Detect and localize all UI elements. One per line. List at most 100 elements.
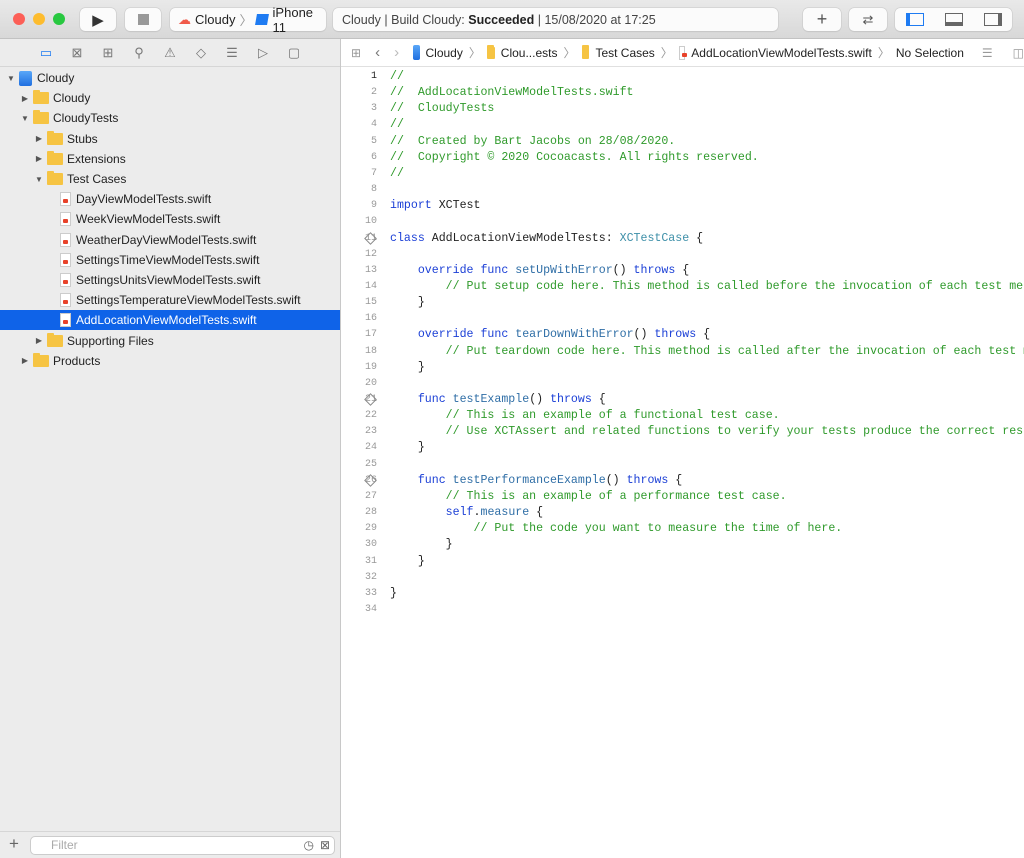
back-button[interactable]: ‹ bbox=[375, 44, 380, 61]
test-navigator-icon[interactable]: ◇ bbox=[193, 45, 209, 61]
navigator-item[interactable]: ▼ Cloudy bbox=[0, 68, 340, 88]
plain-text: () bbox=[606, 474, 627, 487]
disclosure-closed-icon[interactable]: ▶ bbox=[20, 94, 30, 103]
code-line: 29 // Put the code you want to measure t… bbox=[341, 521, 1024, 537]
editor-options-icon[interactable]: ☰ bbox=[982, 46, 993, 60]
navigator-item[interactable]: ▶Supporting Files bbox=[0, 331, 340, 351]
line-number: 16 bbox=[341, 311, 377, 327]
line-number: 10 bbox=[341, 214, 377, 230]
close-window-button[interactable] bbox=[13, 13, 25, 25]
debug-area-toggle-icon[interactable] bbox=[945, 13, 963, 26]
code-text: } bbox=[390, 554, 425, 570]
navigator-item[interactable]: ▶Cloudy bbox=[0, 88, 340, 108]
navigator-item[interactable]: WeatherDayViewModelTests.swift bbox=[0, 230, 340, 250]
project-navigator-icon[interactable]: ▭ bbox=[38, 45, 54, 61]
jump-item-file[interactable]: AddLocationViewModelTests.swift bbox=[691, 46, 872, 60]
code-line: 15 } bbox=[341, 295, 1024, 311]
disclosure-open-icon[interactable]: ▼ bbox=[20, 114, 30, 123]
plain-text: } bbox=[390, 555, 425, 568]
code-text: // bbox=[390, 69, 404, 85]
source-control-navigator-icon[interactable]: ⊠ bbox=[69, 45, 85, 61]
disclosure-closed-icon[interactable]: ▶ bbox=[34, 154, 44, 163]
library-button[interactable]: + bbox=[803, 8, 841, 31]
navigator-item-label: Cloudy bbox=[37, 71, 74, 85]
navigator-item[interactable]: ▼Test Cases bbox=[0, 169, 340, 189]
report-navigator-icon[interactable]: ▢ bbox=[286, 45, 302, 61]
scheme-selector[interactable]: ☁ Cloudy 〉 iPhone 11 bbox=[170, 8, 326, 31]
navigator-item[interactable]: SettingsTemperatureViewModelTests.swift bbox=[0, 290, 340, 310]
stop-button[interactable] bbox=[125, 8, 161, 31]
navigator-item[interactable]: DayViewModelTests.swift bbox=[0, 189, 340, 209]
navigator-item[interactable]: ▶Extensions bbox=[0, 149, 340, 169]
navigator-item-label: AddLocationViewModelTests.swift bbox=[76, 313, 257, 327]
code-line: 31 } bbox=[341, 554, 1024, 570]
disclosure-closed-icon[interactable]: ▶ bbox=[20, 356, 30, 365]
disclosure-open-icon[interactable]: ▼ bbox=[34, 175, 44, 184]
code-line: 13 override func setUpWithError() throws… bbox=[341, 263, 1024, 279]
navigator-item[interactable]: WeekViewModelTests.swift bbox=[0, 209, 340, 229]
navigator-item[interactable]: ▶Products bbox=[0, 351, 340, 371]
find-navigator-icon[interactable]: ⚲ bbox=[131, 45, 147, 61]
inspector-toggle-icon[interactable] bbox=[984, 13, 1002, 26]
keyword: throws bbox=[627, 474, 669, 487]
code-line: 4// bbox=[341, 117, 1024, 133]
line-number: 31 bbox=[341, 554, 377, 570]
breakpoint-navigator-icon[interactable]: ▷ bbox=[255, 45, 271, 61]
line-number: 18 bbox=[341, 344, 377, 360]
disclosure-closed-icon[interactable]: ▶ bbox=[34, 134, 44, 143]
zoom-window-button[interactable] bbox=[53, 13, 65, 25]
activity-viewer: Cloudy | Build Cloudy: Succeeded | 15/08… bbox=[333, 8, 778, 31]
related-items-icon[interactable]: ⊞ bbox=[351, 46, 361, 60]
recent-files-icon[interactable]: ◷ bbox=[304, 837, 314, 854]
disclosure-closed-icon[interactable]: ▶ bbox=[34, 336, 44, 345]
jump-item-selection[interactable]: No Selection bbox=[896, 46, 964, 60]
source-editor[interactable]: 1//2// AddLocationViewModelTests.swift3/… bbox=[341, 67, 1024, 858]
issue-navigator-icon[interactable]: ⚠ bbox=[162, 45, 178, 61]
navigator-item[interactable]: SettingsTimeViewModelTests.swift bbox=[0, 250, 340, 270]
keyword: override func bbox=[418, 328, 508, 341]
forward-button[interactable]: › bbox=[394, 44, 399, 61]
code-line: 25 bbox=[341, 457, 1024, 473]
jump-item-group[interactable]: Clou...ests bbox=[501, 46, 558, 60]
code-line: 23 // Use XCTAssert and related function… bbox=[341, 424, 1024, 440]
navigator-toggle-icon[interactable] bbox=[906, 13, 924, 26]
jump-item-project[interactable]: Cloudy bbox=[426, 46, 463, 60]
run-button[interactable]: ▶ bbox=[80, 8, 116, 31]
comment: // Copyright © 2020 Cocoacasts. All righ… bbox=[390, 151, 759, 164]
comment: // CloudyTests bbox=[390, 102, 494, 115]
swap-arrows-icon: ⇄ bbox=[863, 12, 874, 28]
disclosure-open-icon[interactable]: ▼ bbox=[6, 74, 16, 83]
filter-placeholder: Filter bbox=[51, 838, 78, 852]
minimize-window-button[interactable] bbox=[33, 13, 45, 25]
code-line: 21 func testExample() throws { bbox=[341, 392, 1024, 408]
navigator-item[interactable]: ▼CloudyTests bbox=[0, 108, 340, 128]
line-number: 5 bbox=[341, 134, 377, 150]
code-line: 20 bbox=[341, 376, 1024, 392]
identifier: tearDownWithError bbox=[508, 328, 633, 341]
code-line: 26 func testPerformanceExample() throws … bbox=[341, 473, 1024, 489]
code-text: self.measure { bbox=[390, 505, 543, 521]
navigator-item[interactable]: AddLocationViewModelTests.swift bbox=[0, 310, 340, 330]
scm-filter-icon[interactable]: ⊠ bbox=[320, 837, 330, 854]
cloud-sun-icon: ☁ bbox=[178, 12, 191, 28]
line-number: 3 bbox=[341, 101, 377, 117]
navigator-item[interactable]: ▶Stubs bbox=[0, 129, 340, 149]
plain-text: () bbox=[613, 264, 634, 277]
line-number: 25 bbox=[341, 457, 377, 473]
debug-navigator-icon[interactable]: ☰ bbox=[224, 45, 240, 61]
add-file-button[interactable]: + bbox=[9, 834, 19, 854]
line-number: 9 bbox=[341, 198, 377, 214]
symbol-navigator-icon[interactable]: ⊞ bbox=[100, 45, 116, 61]
chevron-right-icon: 〉 bbox=[661, 44, 673, 61]
plain-text: } bbox=[390, 538, 453, 551]
swift-file-icon bbox=[60, 253, 71, 267]
add-editor-icon[interactable]: ◫ bbox=[1013, 46, 1024, 60]
code-review-button[interactable]: ⇄ bbox=[849, 8, 887, 31]
jump-item-folder[interactable]: Test Cases bbox=[595, 46, 654, 60]
plain-text bbox=[390, 280, 446, 293]
swift-file-icon bbox=[60, 212, 71, 226]
filter-input[interactable]: Filter ◷ ⊠ bbox=[30, 836, 335, 855]
navigator-item[interactable]: SettingsUnitsViewModelTests.swift bbox=[0, 270, 340, 290]
play-icon: ▶ bbox=[92, 11, 104, 29]
code-text: // AddLocationViewModelTests.swift bbox=[390, 85, 634, 101]
